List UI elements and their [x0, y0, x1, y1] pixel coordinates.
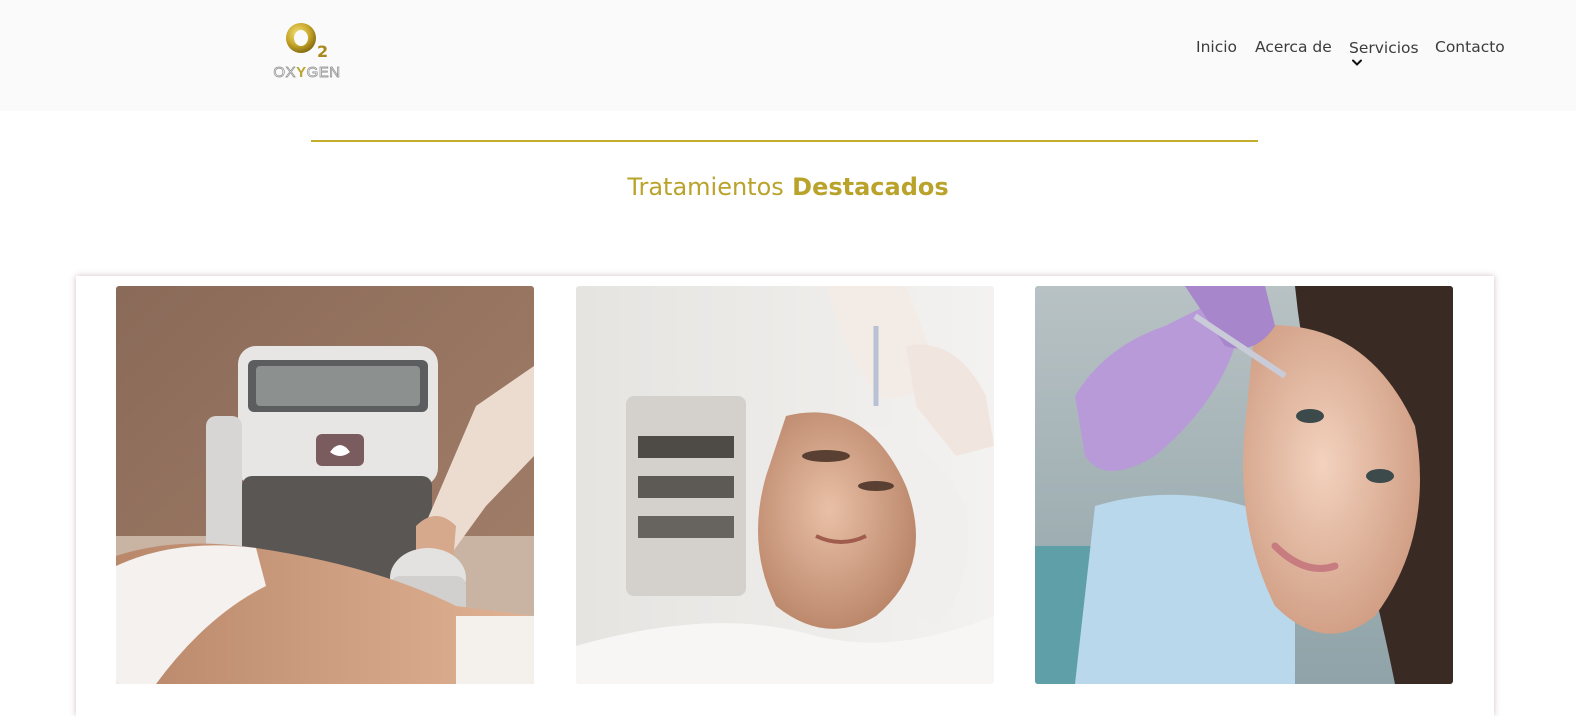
- treatment-image-body-contouring[interactable]: [116, 286, 534, 684]
- treatment-image-facial-man[interactable]: [576, 286, 994, 684]
- oxygen-logo[interactable]: 2 OXYGEN: [271, 20, 343, 84]
- nav-link-contacto[interactable]: Contacto: [1435, 38, 1505, 56]
- facial-man-photo: [576, 286, 994, 684]
- treatment-image-facial-woman[interactable]: [1035, 286, 1453, 684]
- nav-link-servicios[interactable]: Servicios: [1349, 39, 1419, 66]
- facial-woman-photo: [1035, 286, 1453, 684]
- featured-treatments-card: [76, 276, 1494, 716]
- section-title: Tratamientos Destacados: [0, 173, 1576, 201]
- logo-wordmark: OXYGEN: [273, 64, 341, 82]
- svg-text:2: 2: [317, 42, 328, 60]
- section-title-light: Tratamientos: [627, 173, 784, 201]
- section-title-bold: Destacados: [792, 173, 949, 201]
- nav-link-inicio[interactable]: Inicio: [1196, 38, 1237, 56]
- nav-servicios-label: Servicios: [1349, 39, 1419, 57]
- chevron-down-icon[interactable]: [1352, 59, 1362, 67]
- body-contouring-photo: [116, 286, 534, 684]
- site-header: 2 OXYGEN Inicio Acerca de Servicios Cont…: [0, 0, 1576, 111]
- section-divider: [311, 140, 1258, 142]
- o2-logo-icon: 2: [286, 23, 328, 60]
- nav-link-acerca-de[interactable]: Acerca de: [1255, 38, 1332, 56]
